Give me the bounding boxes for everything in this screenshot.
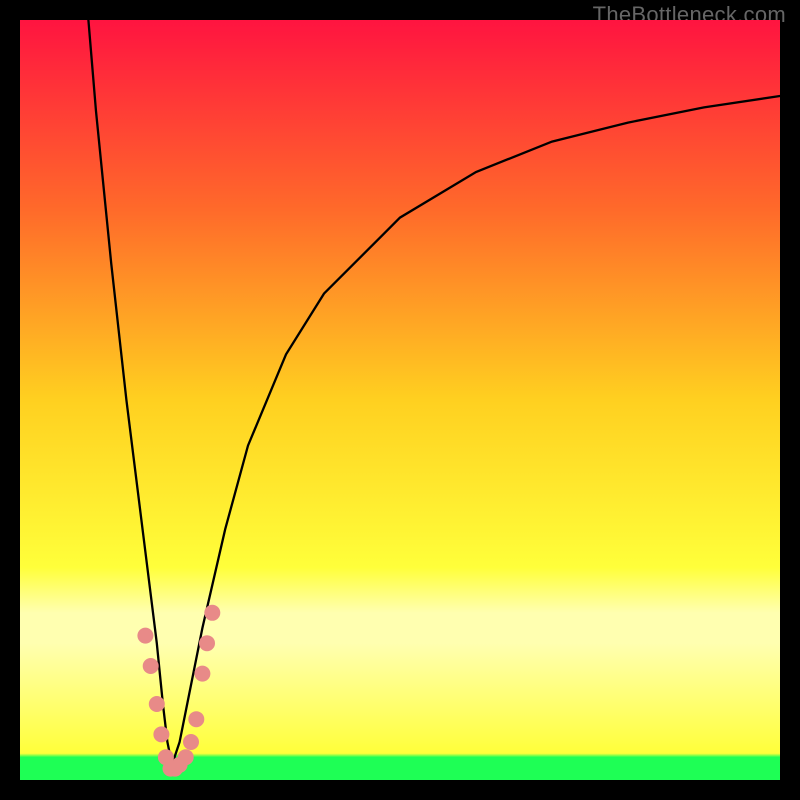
chart-frame: TheBottleneck.com <box>20 20 780 780</box>
marker-dot <box>204 605 220 621</box>
bottleneck-curve <box>88 20 780 765</box>
marker-dot <box>149 696 165 712</box>
curve-layer <box>20 20 780 780</box>
marker-dots <box>137 605 220 777</box>
plot-area <box>20 20 780 780</box>
marker-dot <box>143 658 159 674</box>
marker-dot <box>188 711 204 727</box>
marker-dot <box>178 749 194 765</box>
marker-dot <box>153 726 169 742</box>
marker-dot <box>199 635 215 651</box>
marker-dot <box>194 666 210 682</box>
marker-dot <box>183 734 199 750</box>
marker-dot <box>137 628 153 644</box>
